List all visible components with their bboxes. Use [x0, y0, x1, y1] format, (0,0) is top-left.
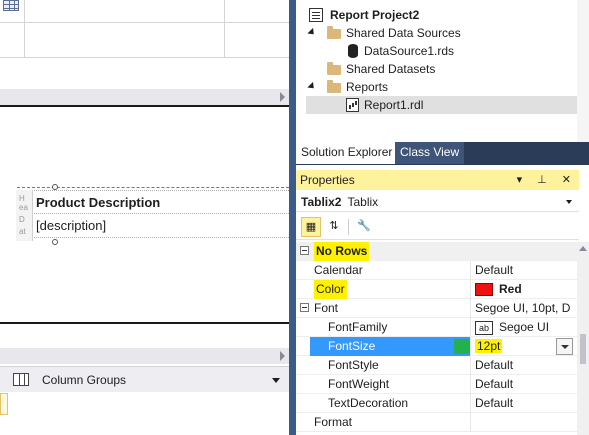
property-color[interactable]: Color Red: [296, 280, 577, 299]
detail-cell-description[interactable]: [description]: [34, 214, 289, 238]
solution-explorer-scrollbar[interactable]: [577, 0, 589, 142]
highlight-marker: [454, 339, 470, 354]
column-groups-bar[interactable]: Column Groups: [0, 366, 289, 392]
properties-window: Properties ▾ ⊥ ✕ Tablix2 Tablix ▦ ⇅ 🔧 No …: [296, 170, 589, 435]
column-groups-icon: [13, 373, 29, 386]
chevron-down-icon[interactable]: [272, 378, 280, 383]
properties-title: Properties: [300, 173, 355, 187]
table-icon: [3, 0, 19, 11]
object-selector[interactable]: Tablix2 Tablix: [296, 192, 579, 212]
expand-triangle-icon[interactable]: [307, 27, 317, 38]
properties-title-bar[interactable]: Properties ▾ ⊥ ✕: [296, 170, 579, 190]
solution-explorer: Report Project2 Shared Data Sources Data…: [296, 0, 589, 165]
categorized-icon: ▦: [305, 221, 317, 233]
collapse-icon[interactable]: [300, 303, 309, 312]
scroll-up-arrow-icon[interactable]: [579, 246, 587, 251]
horizontal-scrollbar-bottom[interactable]: [0, 348, 289, 364]
scroll-right-arrow-icon[interactable]: [280, 92, 285, 102]
column-groups-pane[interactable]: [0, 392, 289, 435]
wrench-icon: 🔧: [357, 220, 371, 232]
tablix[interactable]: H ea D at Product Description [descripti…: [16, 190, 289, 241]
page-footer-separator: [0, 322, 289, 324]
property-format[interactable]: Format: [296, 413, 577, 432]
chevron-down-icon[interactable]: [566, 200, 572, 204]
property-pages-button[interactable]: 🔧: [354, 217, 374, 237]
tree-item-datasource1[interactable]: DataSource1.rds: [306, 42, 576, 60]
horizontal-scrollbar-top[interactable]: [0, 89, 289, 105]
sort-az-icon: ⇅: [329, 220, 339, 232]
tree-item-project[interactable]: Report Project2: [306, 6, 576, 24]
properties-toolbar: ▦ ⇅ 🔧: [296, 214, 579, 240]
tree-item-shared-datasets[interactable]: Shared Datasets: [306, 60, 576, 78]
folder-icon: [327, 26, 341, 39]
data-grid-area: [0, 0, 289, 58]
tree-item-reports[interactable]: Reports: [306, 78, 576, 96]
font-preview-icon: ab: [475, 320, 493, 335]
color-swatch: [475, 283, 493, 297]
header-cell-product-description[interactable]: Product Description: [34, 190, 289, 214]
fontsize-value: 12pt: [475, 339, 503, 353]
collapse-icon[interactable]: [300, 246, 309, 255]
property-fontweight[interactable]: FontWeight Default: [296, 375, 577, 394]
alphabetical-view-button[interactable]: ⇅: [324, 217, 344, 237]
property-fontstyle[interactable]: FontStyle Default: [296, 356, 577, 375]
group-item[interactable]: [0, 393, 8, 415]
object-type: Tablix: [347, 195, 379, 209]
row-handles[interactable]: H ea D at: [16, 190, 33, 241]
report-file-icon: [346, 98, 359, 112]
datasource-icon: [348, 44, 358, 58]
tree-item-report1[interactable]: Report1.rdl: [306, 96, 577, 114]
tablix-resize-handle-bottom[interactable]: [52, 239, 58, 245]
report-design-surface[interactable]: H ea D at Product Description [descripti…: [0, 0, 289, 435]
pane-splitter[interactable]: [289, 0, 296, 435]
property-font[interactable]: Font Segoe UI, 10pt, D: [296, 299, 577, 318]
expand-triangle-icon[interactable]: [307, 81, 317, 92]
categorized-view-button[interactable]: ▦: [301, 217, 321, 237]
property-textdecoration[interactable]: TextDecoration Default: [296, 394, 577, 413]
object-name: Tablix2: [301, 195, 342, 209]
tab-solution-explorer[interactable]: Solution Explorer: [296, 142, 398, 164]
window-controls-icon[interactable]: ▾ ⊥ ✕: [517, 170, 577, 190]
column-groups-label: Column Groups: [42, 373, 127, 387]
tree-item-shared-data-sources[interactable]: Shared Data Sources: [306, 24, 576, 42]
fontsize-dropdown-button[interactable]: [556, 338, 573, 355]
property-calendar[interactable]: Calendar Default: [296, 261, 577, 280]
scroll-right-arrow-icon[interactable]: [280, 351, 285, 361]
category-no-rows[interactable]: No Rows: [296, 242, 577, 261]
property-fontfamily[interactable]: FontFamily ab Segoe UI: [296, 318, 577, 337]
scrollbar-thumb[interactable]: [580, 334, 586, 364]
property-fontsize[interactable]: FontSize 12pt: [296, 337, 577, 356]
tab-class-view[interactable]: Class View: [395, 142, 465, 164]
explorer-tabs: Solution Explorer Class View: [296, 142, 589, 165]
folder-icon: [327, 80, 341, 93]
report-project-icon: [309, 8, 323, 22]
properties-scrollbar[interactable]: [577, 242, 589, 435]
folder-icon: [327, 62, 341, 75]
